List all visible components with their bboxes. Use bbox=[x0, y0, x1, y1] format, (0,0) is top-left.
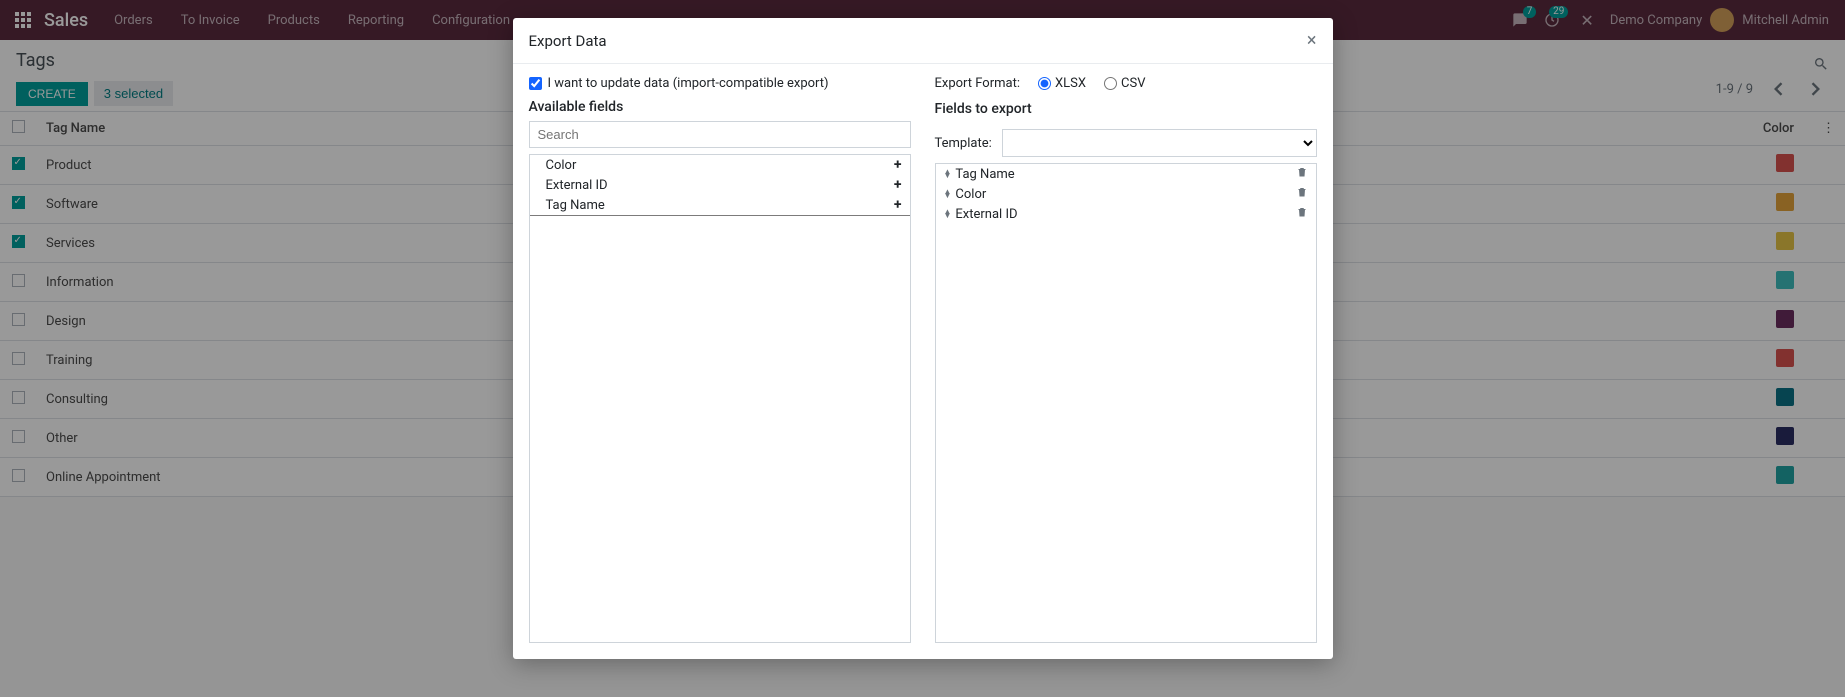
export-field-row[interactable]: ▲▼External ID bbox=[936, 204, 1316, 224]
available-fields-title: Available fields bbox=[529, 99, 911, 115]
format-xlsx-radio[interactable] bbox=[1038, 77, 1051, 90]
import-compatible-checkbox-row[interactable]: I want to update data (import-compatible… bbox=[529, 76, 911, 91]
export-field-name: Color bbox=[955, 187, 1295, 202]
remove-field-icon[interactable] bbox=[1296, 166, 1308, 182]
export-data-modal: Export Data × I want to update data (imp… bbox=[513, 18, 1333, 659]
fields-to-export-column: Export Format: XLSX CSV Fields to export… bbox=[935, 76, 1317, 643]
close-icon[interactable]: × bbox=[1307, 30, 1317, 51]
add-field-icon[interactable]: + bbox=[894, 157, 902, 173]
template-select[interactable] bbox=[1002, 129, 1317, 157]
export-field-name: Tag Name bbox=[955, 167, 1295, 182]
remove-field-icon[interactable] bbox=[1296, 206, 1308, 222]
template-label: Template: bbox=[935, 136, 992, 151]
export-field-row[interactable]: ▲▼Color bbox=[936, 184, 1316, 204]
export-fields-list: ▲▼Tag Name▲▼Color▲▼External ID bbox=[935, 163, 1317, 643]
field-name: External ID bbox=[546, 178, 894, 193]
export-format-label: Export Format: bbox=[935, 76, 1021, 91]
format-csv-radio-row[interactable]: CSV bbox=[1104, 76, 1145, 91]
field-name: Tag Name bbox=[546, 198, 894, 213]
format-csv-radio[interactable] bbox=[1104, 77, 1117, 90]
fields-to-export-title: Fields to export bbox=[935, 101, 1317, 117]
drag-handle-icon[interactable]: ▲▼ bbox=[944, 170, 952, 178]
modal-title: Export Data bbox=[529, 32, 1307, 50]
export-field-row[interactable]: ▲▼Tag Name bbox=[936, 164, 1316, 184]
available-fields-column: I want to update data (import-compatible… bbox=[529, 76, 911, 643]
add-field-icon[interactable]: + bbox=[894, 177, 902, 193]
format-xlsx-radio-row[interactable]: XLSX bbox=[1038, 76, 1086, 91]
format-csv-label: CSV bbox=[1121, 76, 1145, 91]
add-field-icon[interactable]: + bbox=[894, 197, 902, 213]
export-field-name: External ID bbox=[955, 207, 1295, 222]
available-fields-list: Color+External ID+Tag Name+ bbox=[529, 154, 911, 643]
format-xlsx-label: XLSX bbox=[1055, 76, 1086, 91]
modal-overlay[interactable]: Export Data × I want to update data (imp… bbox=[0, 0, 1845, 697]
available-field-row[interactable]: Color+ bbox=[530, 155, 910, 175]
remove-field-icon[interactable] bbox=[1296, 186, 1308, 202]
search-input[interactable] bbox=[529, 121, 911, 148]
available-field-row[interactable]: Tag Name+ bbox=[530, 195, 910, 216]
drag-handle-icon[interactable]: ▲▼ bbox=[944, 210, 952, 218]
import-compatible-checkbox[interactable] bbox=[529, 77, 542, 90]
field-name: Color bbox=[546, 158, 894, 173]
available-field-row[interactable]: External ID+ bbox=[530, 175, 910, 195]
import-compatible-label: I want to update data (import-compatible… bbox=[548, 76, 829, 91]
drag-handle-icon[interactable]: ▲▼ bbox=[944, 190, 952, 198]
